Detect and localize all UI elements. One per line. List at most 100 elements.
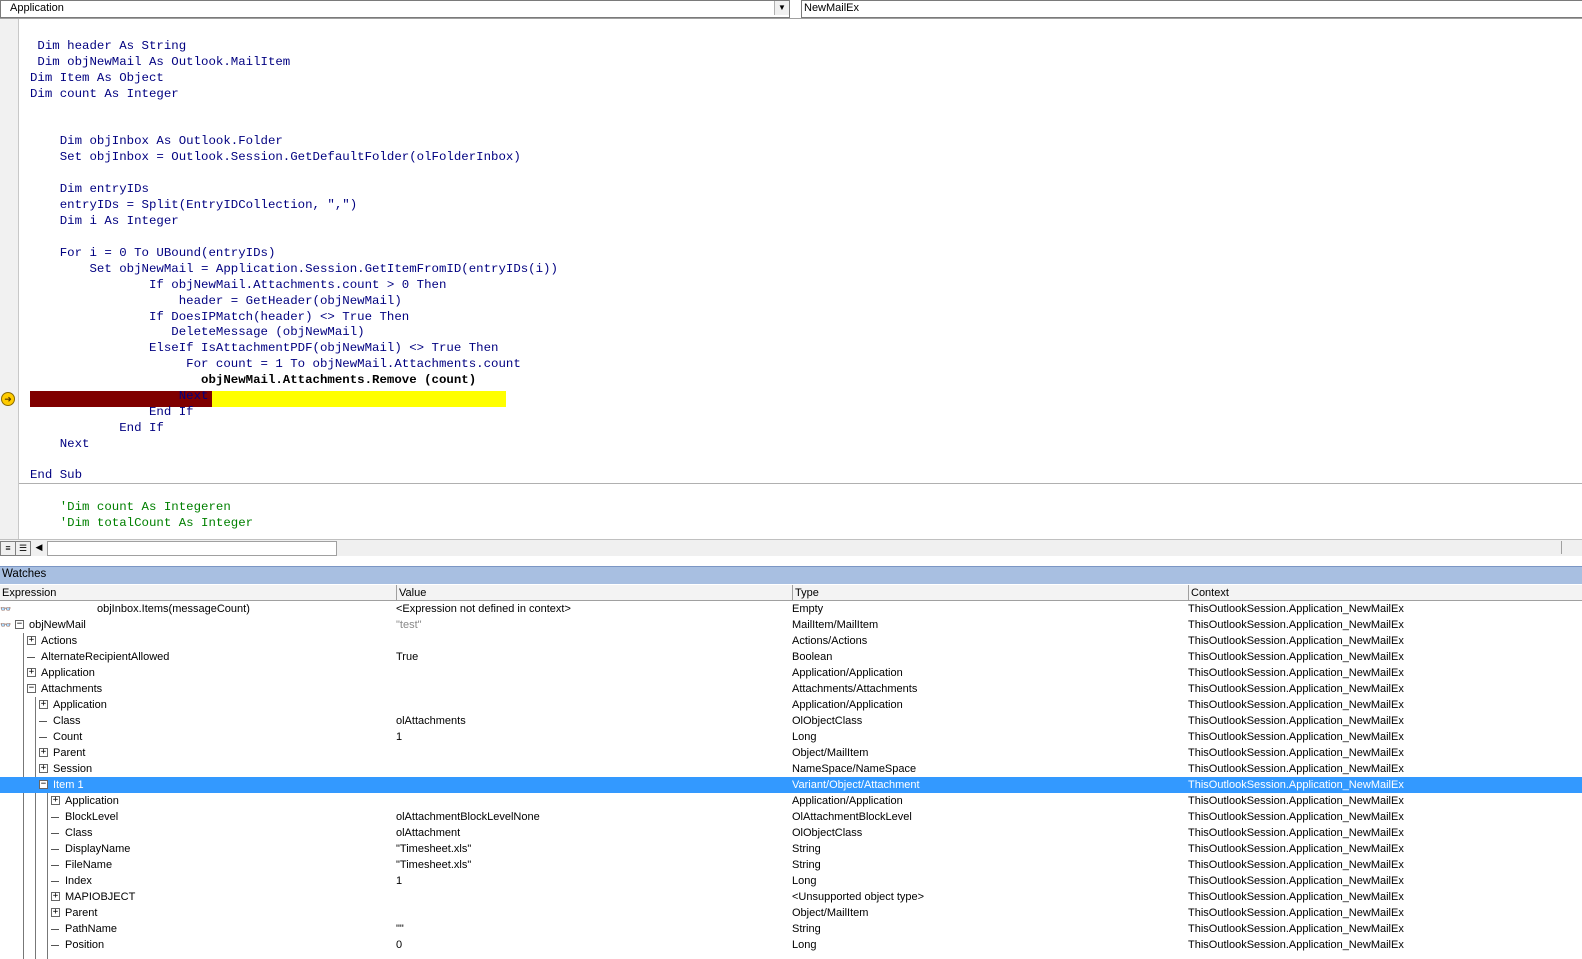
chevron-down-icon[interactable]: ▼ xyxy=(774,1,789,15)
code-line[interactable]: Set objNewMail = Application.Session.Get… xyxy=(30,261,557,277)
watches-title: Watches xyxy=(2,568,47,580)
watch-row[interactable]: + Session NameSpace/NameSpace ThisOutloo… xyxy=(0,761,1582,777)
breakpoint-margin[interactable] xyxy=(0,19,19,541)
code-line[interactable]: If DoesIPMatch(header) <> True Then xyxy=(30,309,409,325)
watch-row[interactable]: Index 1 Long ThisOutlookSession.Applicat… xyxy=(0,873,1582,889)
column-header-type[interactable]: Type xyxy=(792,585,1188,600)
expand-icon[interactable]: + xyxy=(51,908,60,917)
watch-type: String xyxy=(792,843,821,855)
watch-row[interactable]: + Parent Object/MailItem ThisOutlookSess… xyxy=(0,745,1582,761)
scroll-thumb[interactable] xyxy=(47,541,337,556)
watch-row-selected[interactable]: − Item 1 Variant/Object/Attachment ThisO… xyxy=(0,777,1582,793)
watch-value: 1 xyxy=(396,875,403,887)
code-line[interactable]: Set objInbox = Outlook.Session.GetDefaul… xyxy=(30,149,521,165)
comment-line[interactable]: 'Dim count As Integeren xyxy=(30,499,231,515)
expand-icon[interactable]: + xyxy=(51,796,60,805)
watch-expression: Parent xyxy=(65,907,98,919)
code-line[interactable]: entryIDs = Split(EntryIDCollection, ",") xyxy=(30,197,357,213)
column-header-context[interactable]: Context xyxy=(1188,585,1582,600)
expand-icon[interactable]: + xyxy=(39,748,48,757)
watch-row[interactable]: Position 0 Long ThisOutlookSession.Appli… xyxy=(0,937,1582,953)
collapse-icon[interactable]: − xyxy=(27,684,36,693)
watch-row[interactable]: FileName "Timesheet.xls" String ThisOutl… xyxy=(0,857,1582,873)
watch-type: Object/MailItem xyxy=(792,907,869,919)
expand-icon[interactable]: + xyxy=(39,700,48,709)
watch-value: <Expression not defined in context> xyxy=(396,603,571,615)
watch-row[interactable]: Count 1 Long ThisOutlookSession.Applicat… xyxy=(0,729,1582,745)
watch-type: OlAttachmentBlockLevel xyxy=(792,811,912,823)
code-line[interactable]: End Sub xyxy=(30,467,82,483)
watch-expression: DisplayName xyxy=(65,843,131,855)
watch-row[interactable]: + Parent Object/MailItem ThisOutlookSess… xyxy=(0,905,1582,921)
code-line[interactable]: Dim objNewMail As Outlook.MailItem xyxy=(30,54,290,70)
watch-row[interactable]: 👓 objInbox.Items(messageCount) <Expressi… xyxy=(0,601,1582,617)
code-line[interactable]: DeleteMessage (objNewMail) xyxy=(30,324,364,340)
collapse-icon[interactable]: − xyxy=(39,780,48,789)
tree-leaf-line xyxy=(51,945,59,946)
code-line[interactable]: Dim Item As Object xyxy=(30,70,164,86)
watch-row[interactable]: PathName "" String ThisOutlookSession.Ap… xyxy=(0,921,1582,937)
watch-row[interactable]: + Application Application/Application Th… xyxy=(0,793,1582,809)
watch-row[interactable]: − Attachments Attachments/Attachments Th… xyxy=(0,681,1582,697)
code-line[interactable]: Next xyxy=(30,388,209,404)
watch-value: olAttachment xyxy=(396,827,461,839)
watch-value: 0 xyxy=(396,939,403,951)
code-horizontal-scrollbar[interactable]: ≡ ☰ ◀ xyxy=(0,539,1582,556)
expand-icon[interactable]: + xyxy=(27,668,36,677)
object-combo[interactable]: Application ▼ xyxy=(0,0,790,18)
watch-context: ThisOutlookSession.Application_NewMailEx xyxy=(1188,939,1404,951)
code-line[interactable]: Next xyxy=(30,436,90,452)
watch-expression: Position xyxy=(65,939,105,951)
expand-icon[interactable]: + xyxy=(27,636,36,645)
watch-row[interactable]: + Application Application/Application Th… xyxy=(0,665,1582,681)
watch-row[interactable]: Class olAttachments OlObjectClass ThisOu… xyxy=(0,713,1582,729)
code-editor[interactable]: ➜ Dim header As String Dim objNewMail As… xyxy=(0,19,1582,541)
code-line[interactable]: ElseIf IsAttachmentPDF(objNewMail) <> Tr… xyxy=(30,340,498,356)
full-module-view-icon[interactable]: ☰ xyxy=(15,541,31,556)
code-line[interactable]: End If xyxy=(30,420,164,436)
watch-row[interactable]: 👓 − objNewMail "test" MailItem/MailItem … xyxy=(0,617,1582,633)
execution-pointer-icon[interactable]: ➜ xyxy=(1,392,15,406)
scroll-left-icon[interactable]: ◀ xyxy=(32,541,46,554)
procedure-combo[interactable]: NewMailEx xyxy=(801,0,1582,18)
code-line[interactable]: Dim i As Integer xyxy=(30,213,179,229)
watch-expression: Class xyxy=(65,827,93,839)
code-line[interactable]: Dim entryIDs xyxy=(30,181,149,197)
watch-context: ThisOutlookSession.Application_NewMailEx xyxy=(1188,731,1404,743)
watch-type: Variant/Object/Attachment xyxy=(792,779,920,791)
watch-type: Application/Application xyxy=(792,667,903,679)
watch-expression: PathName xyxy=(65,923,117,935)
watch-row[interactable]: DisplayName "Timesheet.xls" String ThisO… xyxy=(0,841,1582,857)
code-line[interactable]: End If xyxy=(30,404,194,420)
watches-title-bar: Watches xyxy=(0,566,1582,584)
watch-row[interactable]: + MAPIOBJECT <Unsupported object type> T… xyxy=(0,889,1582,905)
column-header-expression[interactable]: Expression xyxy=(0,585,396,600)
code-line[interactable]: Dim header As String xyxy=(30,38,186,54)
procedure-view-icon[interactable]: ≡ xyxy=(0,541,16,556)
watch-row[interactable]: AlternateRecipientAllowed True Boolean T… xyxy=(0,649,1582,665)
code-line[interactable]: header = GetHeader(objNewMail) xyxy=(30,293,402,309)
watch-row[interactable]: + Actions Actions/Actions ThisOutlookSes… xyxy=(0,633,1582,649)
current-code-line[interactable]: objNewMail.Attachments.Remove (count) xyxy=(30,372,476,388)
expand-icon[interactable]: + xyxy=(51,892,60,901)
watch-value: "" xyxy=(396,923,404,935)
watch-row[interactable]: Class olAttachment OlObjectClass ThisOut… xyxy=(0,825,1582,841)
watch-row[interactable]: BlockLevel olAttachmentBlockLevelNone Ol… xyxy=(0,809,1582,825)
code-line[interactable]: Dim count As Integer xyxy=(30,86,179,102)
code-line[interactable]: If objNewMail.Attachments.count > 0 Then xyxy=(30,277,446,293)
tree-leaf-line xyxy=(51,849,59,850)
watches-list: 👓 objInbox.Items(messageCount) <Expressi… xyxy=(0,601,1582,959)
code-line[interactable]: Dim objInbox As Outlook.Folder xyxy=(30,133,283,149)
current-statement-highlight xyxy=(212,391,506,407)
comment-line[interactable]: 'Dim totalCount As Integer xyxy=(30,515,253,531)
watch-row[interactable]: + Application Application/Application Th… xyxy=(0,697,1582,713)
expand-icon[interactable]: + xyxy=(39,764,48,773)
code-line[interactable]: For i = 0 To UBound(entryIDs) xyxy=(30,245,276,261)
column-header-value[interactable]: Value xyxy=(396,585,792,600)
code-line[interactable]: For count = 1 To objNewMail.Attachments.… xyxy=(30,356,521,372)
watch-expression: Session xyxy=(53,763,93,775)
watch-expression: BlockLevel xyxy=(65,811,119,823)
collapse-icon[interactable]: − xyxy=(15,620,24,629)
tree-leaf-line xyxy=(51,865,59,866)
procedure-combo-value: NewMailEx xyxy=(804,2,860,14)
